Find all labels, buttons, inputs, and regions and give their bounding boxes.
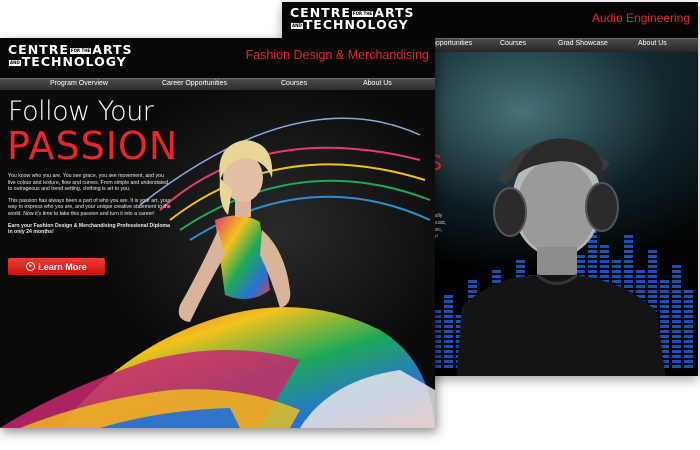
intro-text: You know who you are. You see grace, you…	[8, 173, 173, 241]
header: CENTRE FOR THE ARTS AND TECHNOLOGY Audio En…	[282, 2, 698, 38]
headline-line2: PASSION	[7, 124, 179, 168]
nav-courses[interactable]: Courses	[281, 80, 307, 87]
nav-program-overview[interactable]: Program Overview	[50, 80, 108, 87]
fashion-design-page: CENTRE FOR THE ARTS AND TECHNOLOGY Fashion …	[0, 38, 435, 428]
diploma-callout: Earn your Fashion Design & Merchandising…	[8, 222, 170, 236]
learn-more-button[interactable]: ▸ Learn More	[8, 258, 105, 275]
intro-paragraph-1: You know who you are. You see grace, you…	[8, 173, 169, 193]
nav-about-us[interactable]: About Us	[638, 40, 667, 47]
arrow-circle-icon: ▸	[26, 262, 36, 271]
header: CENTRE FOR THE ARTS AND TECHNOLOGY Fashion …	[0, 38, 435, 78]
program-title: Audio Engineering	[591, 11, 690, 25]
learn-more-label: Learn More	[38, 261, 87, 272]
program-title: Fashion Design & Merchandising	[245, 48, 429, 62]
intro-paragraph-2: This passion has always been a part of w…	[8, 197, 171, 217]
nav-courses[interactable]: Courses	[500, 40, 526, 47]
school-logo[interactable]: CENTRE FOR THE ARTS AND TECHNOLOGY	[290, 6, 415, 31]
dj-person-image	[456, 138, 666, 376]
nav-career-opportunities[interactable]: opportunities	[432, 40, 472, 47]
nav-career-opportunities[interactable]: Career Opportunities	[162, 80, 227, 87]
nav-about-us[interactable]: About Us	[363, 80, 392, 87]
school-logo[interactable]: CENTRE FOR THE ARTS AND TECHNOLOGY	[8, 43, 133, 68]
headline-line1: Follow Your	[8, 96, 154, 127]
nav-grad-showcase[interactable]: Grad Showcase	[558, 40, 608, 47]
